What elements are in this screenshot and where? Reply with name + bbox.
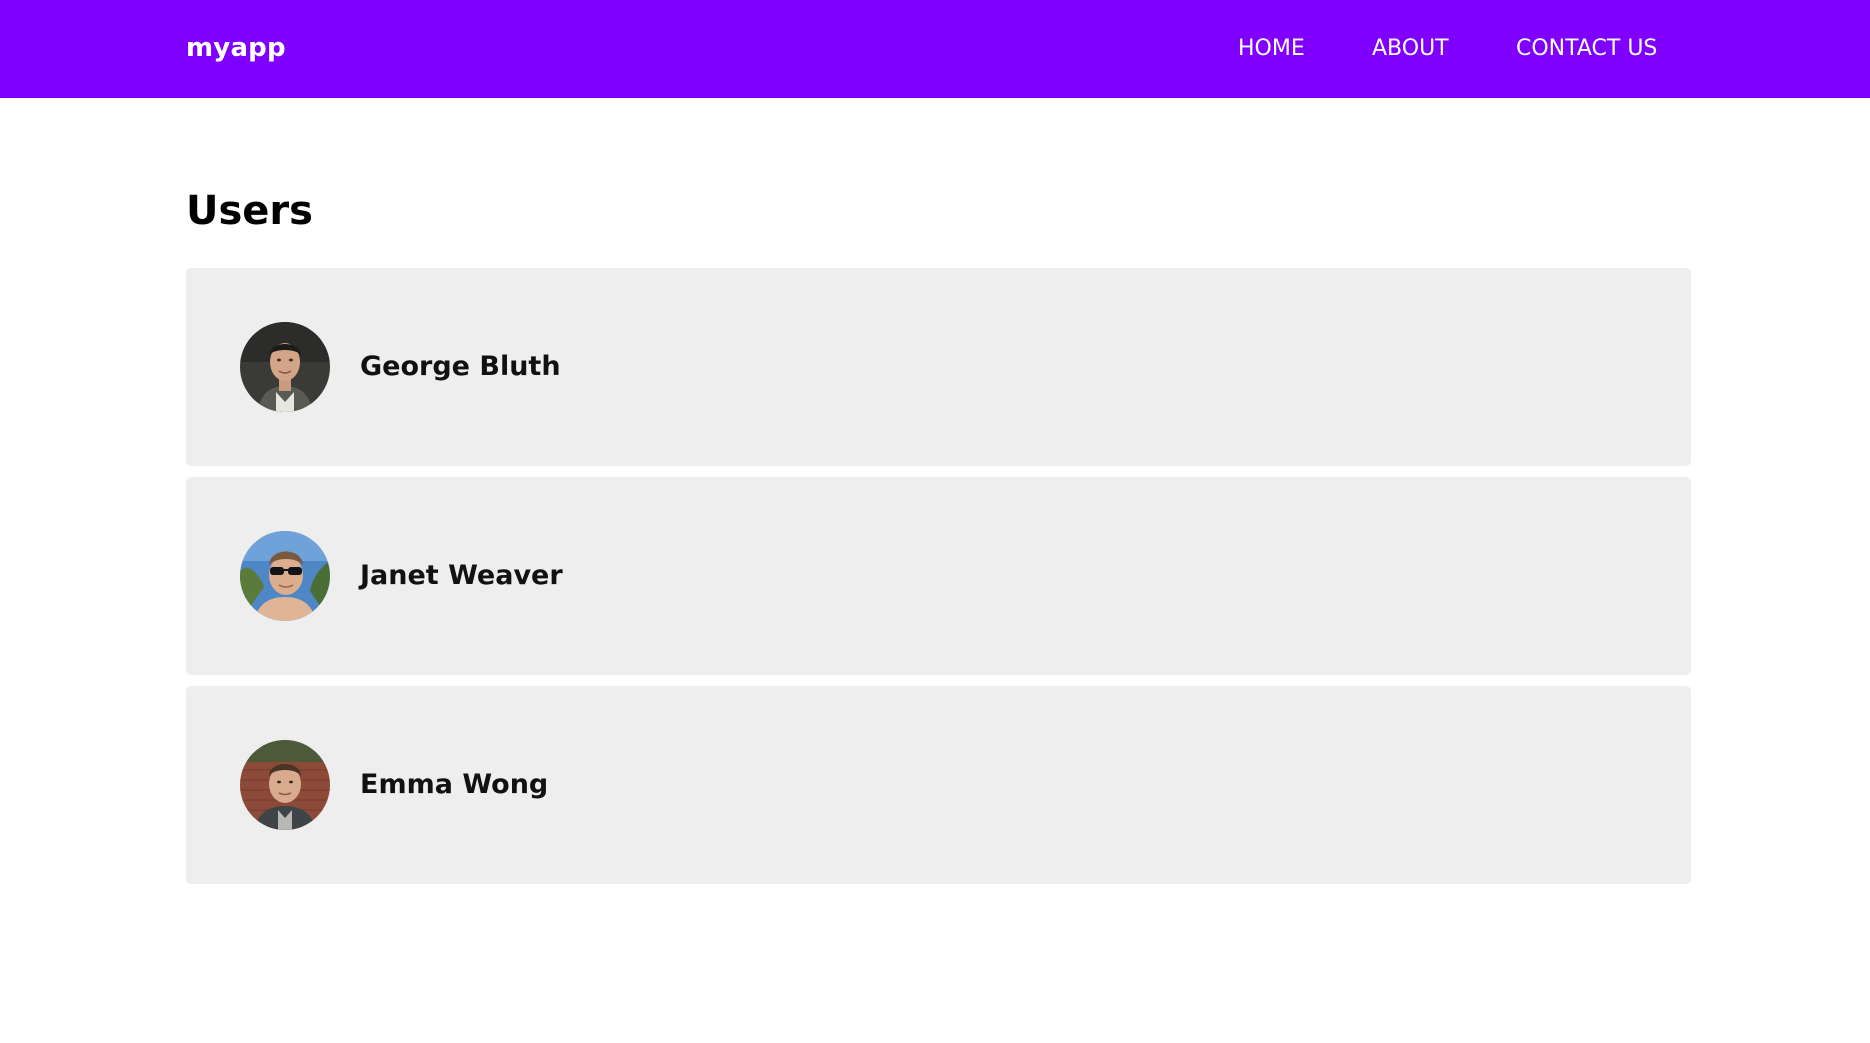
user-card-george-bluth[interactable]: George Bluth bbox=[186, 268, 1691, 466]
user-avatar bbox=[240, 322, 330, 412]
avatar-photo-icon bbox=[240, 531, 330, 621]
brand-logo-link[interactable]: myapp bbox=[186, 30, 286, 66]
user-avatar bbox=[240, 531, 330, 621]
nav-link-about[interactable]: ABOUT bbox=[1372, 34, 1449, 64]
avatar-photo-icon bbox=[240, 322, 330, 412]
user-name: George Bluth bbox=[360, 351, 561, 382]
user-name: Emma Wong bbox=[360, 769, 549, 800]
top-navbar: myapp HOME ABOUT CONTACT US bbox=[0, 0, 1870, 98]
nav-link-home[interactable]: HOME bbox=[1238, 34, 1305, 64]
page-title: Users bbox=[186, 188, 313, 234]
user-card-janet-weaver[interactable]: Janet Weaver bbox=[186, 477, 1691, 675]
user-card-emma-wong[interactable]: Emma Wong bbox=[186, 686, 1691, 884]
avatar-photo-icon bbox=[240, 740, 330, 830]
user-avatar bbox=[240, 740, 330, 830]
nav-link-contact-us[interactable]: CONTACT US bbox=[1516, 34, 1657, 64]
user-name: Janet Weaver bbox=[360, 560, 563, 591]
